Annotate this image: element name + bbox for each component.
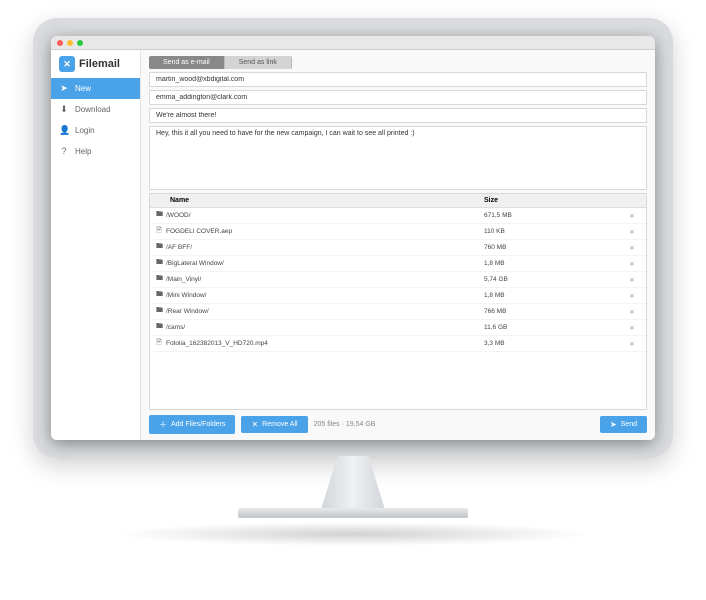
folder-icon: 🖿 xyxy=(156,242,166,253)
table-body: 🖿/WOOD/671,5 MB✕🗎FOGDELI COVER.aep110 KB… xyxy=(150,208,646,409)
folder-icon: 🖿 xyxy=(156,306,166,317)
nav-icon: ⬇ xyxy=(59,104,69,115)
table-row[interactable]: 🖿/Mini Window/1,8 MB✕ xyxy=(150,288,646,304)
add-files-label: Add Files/Folders xyxy=(171,421,225,428)
file-icon: 🗎 xyxy=(156,226,166,237)
file-name: Fotolia_162382013_V_HD720.mp4 xyxy=(166,340,484,347)
sidebar: ✕ Filemail ➤ New ⬇ Download 👤 Login? Help xyxy=(51,50,141,440)
file-name: FOGDELI COVER.aep xyxy=(166,228,484,235)
file-size: 5,74 GB xyxy=(484,276,624,283)
file-size: 110 KB xyxy=(484,228,624,235)
file-name: /Main_Vinyl/ xyxy=(166,276,484,283)
file-size: 3,3 MB xyxy=(484,340,624,347)
table-row[interactable]: 🖿/WOOD/671,5 MB✕ xyxy=(150,208,646,224)
file-size: 671,5 MB xyxy=(484,212,624,219)
nav-icon: ? xyxy=(59,146,69,156)
nav-icon: 👤 xyxy=(59,125,69,136)
folder-icon: 🖿 xyxy=(156,258,166,269)
file-name: /AF BFF/ xyxy=(166,244,484,251)
monitor-base xyxy=(238,508,468,518)
monitor-bezel: ✕ Filemail ➤ New ⬇ Download 👤 Login? Help Send… xyxy=(33,18,673,458)
monitor-stand xyxy=(318,456,388,508)
file-icon: 🗎 xyxy=(156,338,166,349)
action-bar: ＋ Add Files/Folders ✕ Remove All 205 fil… xyxy=(149,413,647,434)
to-field[interactable] xyxy=(149,72,647,87)
delete-row-icon[interactable]: ✕ xyxy=(624,308,640,316)
delete-row-icon[interactable]: ✕ xyxy=(624,340,640,348)
table-row[interactable]: 🖿/AF BFF/760 MB✕ xyxy=(150,240,646,256)
file-size: 11,6 GB xyxy=(484,324,624,331)
file-table: Name Size 🖿/WOOD/671,5 MB✕🗎FOGDELI COVER… xyxy=(149,193,647,410)
delete-row-icon[interactable]: ✕ xyxy=(624,212,640,220)
send-label: Send xyxy=(621,421,637,428)
delete-row-icon[interactable]: ✕ xyxy=(624,276,640,284)
subject-field[interactable] xyxy=(149,108,647,123)
close-icon[interactable] xyxy=(57,40,63,46)
send-button[interactable]: ➤ Send xyxy=(600,416,647,433)
file-size: 760 MB xyxy=(484,244,624,251)
file-name: /Mini Window/ xyxy=(166,292,484,299)
col-name[interactable]: Name xyxy=(156,197,484,204)
table-row[interactable]: 🖿/Main_Vinyl/5,74 GB✕ xyxy=(150,272,646,288)
table-row[interactable]: 🖿/cams/11,6 GB✕ xyxy=(150,320,646,336)
table-row[interactable]: 🖿/BigLateral Window/1,8 MB✕ xyxy=(150,256,646,272)
delete-row-icon[interactable]: ✕ xyxy=(624,244,640,252)
file-summary: 205 files · 19,54 GB xyxy=(314,421,376,428)
add-files-button[interactable]: ＋ Add Files/Folders xyxy=(149,415,235,434)
minimize-icon[interactable] xyxy=(67,40,73,46)
table-row[interactable]: 🗎Fotolia_162382013_V_HD720.mp43,3 MB✕ xyxy=(150,336,646,352)
sidebar-item-new[interactable]: ➤ New xyxy=(51,78,140,99)
file-size: 766 MB xyxy=(484,308,624,315)
remove-all-button[interactable]: ✕ Remove All xyxy=(241,416,307,433)
file-name: /BigLateral Window/ xyxy=(166,260,484,267)
file-name: /cams/ xyxy=(166,324,484,331)
table-row[interactable]: 🗎FOGDELI COVER.aep110 KB✕ xyxy=(150,224,646,240)
delete-row-icon[interactable]: ✕ xyxy=(624,292,640,300)
nav-label: Login xyxy=(75,126,95,135)
plus-icon: ＋ xyxy=(159,419,167,430)
file-name: /Rear Window/ xyxy=(166,308,484,315)
send-icon: ➤ xyxy=(610,420,617,429)
nav-label: Download xyxy=(75,105,111,114)
delete-row-icon[interactable]: ✕ xyxy=(624,260,640,268)
remove-all-label: Remove All xyxy=(262,421,297,428)
col-size[interactable]: Size xyxy=(484,197,624,204)
shadow xyxy=(113,522,593,546)
brand-logo: ✕ Filemail xyxy=(51,50,140,78)
folder-icon: 🖿 xyxy=(156,274,166,285)
folder-icon: 🖿 xyxy=(156,210,166,221)
x-icon: ✕ xyxy=(251,420,258,429)
folder-icon: 🖿 xyxy=(156,322,166,333)
nav-label: New xyxy=(75,84,91,93)
window-titlebar xyxy=(51,36,655,50)
nav-label: Help xyxy=(75,147,91,156)
message-field[interactable] xyxy=(149,126,647,190)
from-field[interactable] xyxy=(149,90,647,105)
nav-icon: ➤ xyxy=(59,83,69,94)
delete-row-icon[interactable]: ✕ xyxy=(624,324,640,332)
file-size: 1,8 MB xyxy=(484,292,624,299)
expand-icon[interactable] xyxy=(77,40,83,46)
sidebar-item-download[interactable]: ⬇ Download xyxy=(51,99,140,120)
sidebar-item-login[interactable]: 👤 Login xyxy=(51,120,140,141)
file-size: 1,8 MB xyxy=(484,260,624,267)
sidebar-item-help[interactable]: ? Help xyxy=(51,141,140,161)
app-window: ✕ Filemail ➤ New ⬇ Download 👤 Login? Help Send… xyxy=(51,36,655,440)
delete-row-icon[interactable]: ✕ xyxy=(624,228,640,236)
table-row[interactable]: 🖿/Rear Window/766 MB✕ xyxy=(150,304,646,320)
folder-icon: 🖿 xyxy=(156,290,166,301)
brand-name: Filemail xyxy=(79,58,120,70)
tab-send-as-link[interactable]: Send as link xyxy=(225,56,292,69)
file-name: /WOOD/ xyxy=(166,212,484,219)
send-mode-tabs: Send as e-mailSend as link xyxy=(149,56,292,69)
col-actions xyxy=(624,197,640,204)
brand-mark-icon: ✕ xyxy=(59,56,75,72)
main-panel: Send as e-mailSend as link Name Size 🖿/W… xyxy=(141,50,655,440)
table-header: Name Size xyxy=(150,194,646,208)
tab-send-as-e-mail[interactable]: Send as e-mail xyxy=(149,56,225,69)
